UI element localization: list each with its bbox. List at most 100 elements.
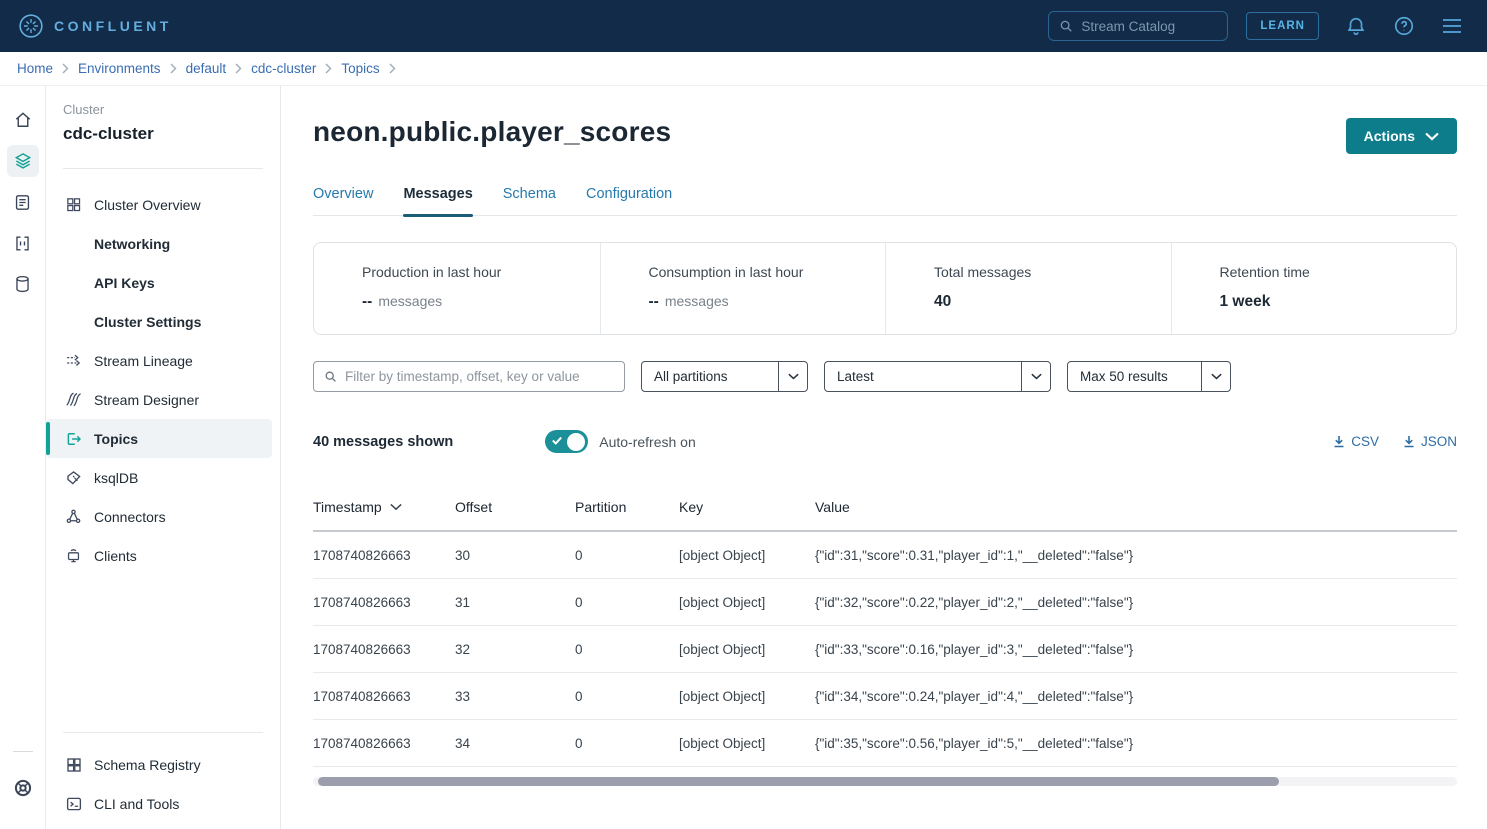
rail-divider [13, 751, 33, 752]
cell-offset: 34 [455, 736, 575, 751]
notifications-bell-icon[interactable] [1345, 15, 1367, 37]
message-filter-input[interactable] [345, 369, 614, 384]
sidebar-item-topics[interactable]: Topics [46, 419, 272, 458]
sidebar-item-cluster-overview[interactable]: Cluster Overview [46, 185, 272, 224]
column-header-offset[interactable]: Offset [455, 499, 575, 515]
sidebar-item-networking[interactable]: Networking [46, 224, 272, 263]
sidebar-item-ksqldb[interactable]: ksqlDB [46, 458, 272, 497]
table-row[interactable]: 1708740826663 32 0 [object Object] {"id"… [313, 626, 1457, 673]
sidebar-item-cluster-settings[interactable]: Cluster Settings [46, 302, 272, 341]
sidebar-item-label: Stream Designer [94, 392, 199, 408]
column-header-timestamp[interactable]: Timestamp [313, 499, 455, 515]
sidebar-item-label: Stream Lineage [94, 353, 193, 369]
cell-timestamp: 1708740826663 [313, 736, 455, 751]
cell-partition: 0 [575, 548, 679, 563]
download-icon [1333, 435, 1345, 448]
sidebar-item-stream-lineage[interactable]: Stream Lineage [46, 341, 272, 380]
learn-button[interactable]: LEARN [1246, 12, 1319, 40]
breadcrumb-environments[interactable]: Environments [78, 61, 161, 76]
sidebar-item-label: Topics [94, 431, 138, 447]
sidebar-item-clients[interactable]: Clients [46, 536, 272, 575]
stat-unit: messages [665, 293, 729, 309]
column-header-value[interactable]: Value [815, 499, 1457, 515]
database-icon[interactable] [7, 268, 39, 300]
stat-label: Consumption in last hour [649, 264, 868, 280]
environments-layers-icon[interactable] [7, 145, 39, 177]
actions-button-label: Actions [1364, 128, 1415, 144]
tab-messages[interactable]: Messages [403, 186, 472, 215]
stat-consumption: Consumption in last hour --messages [600, 243, 886, 334]
stream-map-icon[interactable] [7, 227, 39, 259]
table-row[interactable]: 1708740826663 30 0 [object Object] {"id"… [313, 532, 1457, 579]
support-icon[interactable] [7, 772, 39, 804]
table-row[interactable]: 1708740826663 33 0 [object Object] {"id"… [313, 673, 1457, 720]
breadcrumb-cdc-cluster[interactable]: cdc-cluster [251, 61, 316, 76]
cell-timestamp: 1708740826663 [313, 595, 455, 610]
brand-name: CONFLUENT [54, 18, 172, 34]
sidebar-footer-divider [63, 732, 263, 733]
stream-designer-icon [64, 391, 83, 408]
sidebar-item-label: Connectors [94, 509, 166, 525]
chevron-down-icon [779, 362, 807, 391]
table-row[interactable]: 1708740826663 34 0 [object Object] {"id"… [313, 720, 1457, 767]
topic-tabs: Overview Messages Schema Configuration [313, 186, 1457, 216]
horizontal-scrollbar[interactable] [313, 777, 1457, 786]
download-csv-link[interactable]: CSV [1333, 434, 1379, 449]
max-results-dropdown[interactable]: Max 50 results [1067, 361, 1231, 392]
confluent-brand[interactable]: CONFLUENT [18, 13, 172, 39]
grid-icon [64, 196, 83, 213]
page-title: neon.public.player_scores [313, 116, 671, 148]
horizontal-scrollbar-thumb[interactable] [318, 777, 1279, 786]
timestamp-header-label: Timestamp [313, 499, 382, 515]
auto-refresh-toggle[interactable] [545, 430, 588, 453]
clients-icon [64, 547, 83, 565]
chevron-right-icon [235, 63, 242, 74]
chevron-down-icon [1022, 362, 1050, 391]
sidebar-item-api-keys[interactable]: API Keys [46, 263, 272, 302]
search-icon [324, 370, 337, 383]
sidebar-item-schema-registry[interactable]: Schema Registry [46, 745, 272, 784]
column-header-partition[interactable]: Partition [575, 499, 679, 515]
column-header-key[interactable]: Key [679, 499, 815, 515]
download-json-link[interactable]: JSON [1403, 434, 1457, 449]
offset-dropdown[interactable]: Latest [824, 361, 1051, 392]
help-icon[interactable] [1393, 15, 1415, 37]
chevron-right-icon [389, 63, 396, 74]
cell-timestamp: 1708740826663 [313, 689, 455, 704]
sidebar-item-stream-designer[interactable]: Stream Designer [46, 380, 272, 419]
cell-key: [object Object] [679, 595, 815, 610]
actions-button[interactable]: Actions [1346, 118, 1457, 154]
stream-catalog-search[interactable] [1048, 11, 1228, 41]
chevron-down-icon [1425, 132, 1439, 141]
cluster-label: Cluster [63, 102, 263, 117]
document-icon[interactable] [7, 186, 39, 218]
stat-unit: messages [378, 293, 442, 309]
stream-lineage-icon [64, 352, 83, 369]
sidebar-item-label: CLI and Tools [94, 796, 179, 812]
sidebar-item-label: Cluster Settings [94, 314, 201, 330]
tab-configuration[interactable]: Configuration [586, 186, 672, 215]
home-icon[interactable] [7, 104, 39, 136]
partitions-dropdown[interactable]: All partitions [641, 361, 808, 392]
hamburger-menu-icon[interactable] [1441, 17, 1463, 35]
stream-catalog-input[interactable] [1081, 19, 1217, 34]
chevron-down-icon [1202, 362, 1230, 391]
cell-value: {"id":31,"score":0.31,"player_id":1,"__d… [815, 548, 1457, 563]
cell-value: {"id":34,"score":0.24,"player_id":4,"__d… [815, 689, 1457, 704]
message-filters: All partitions Latest Max 50 results [313, 361, 1457, 392]
main-content: neon.public.player_scores Actions Overvi… [281, 86, 1487, 829]
cell-timestamp: 1708740826663 [313, 548, 455, 563]
sidebar-item-cli-and-tools[interactable]: CLI and Tools [46, 784, 272, 823]
tab-overview[interactable]: Overview [313, 186, 373, 215]
tab-schema[interactable]: Schema [503, 186, 556, 215]
table-row[interactable]: 1708740826663 31 0 [object Object] {"id"… [313, 579, 1457, 626]
breadcrumb-topics[interactable]: Topics [341, 61, 379, 76]
confluent-logo-icon [18, 13, 44, 39]
sidebar-item-connectors[interactable]: Connectors [46, 497, 272, 536]
cell-partition: 0 [575, 642, 679, 657]
message-filter-search[interactable] [313, 361, 625, 392]
breadcrumb-default[interactable]: default [186, 61, 227, 76]
breadcrumb-home[interactable]: Home [17, 61, 53, 76]
stat-total-messages: Total messages 40 [885, 243, 1171, 334]
json-label: JSON [1421, 434, 1457, 449]
